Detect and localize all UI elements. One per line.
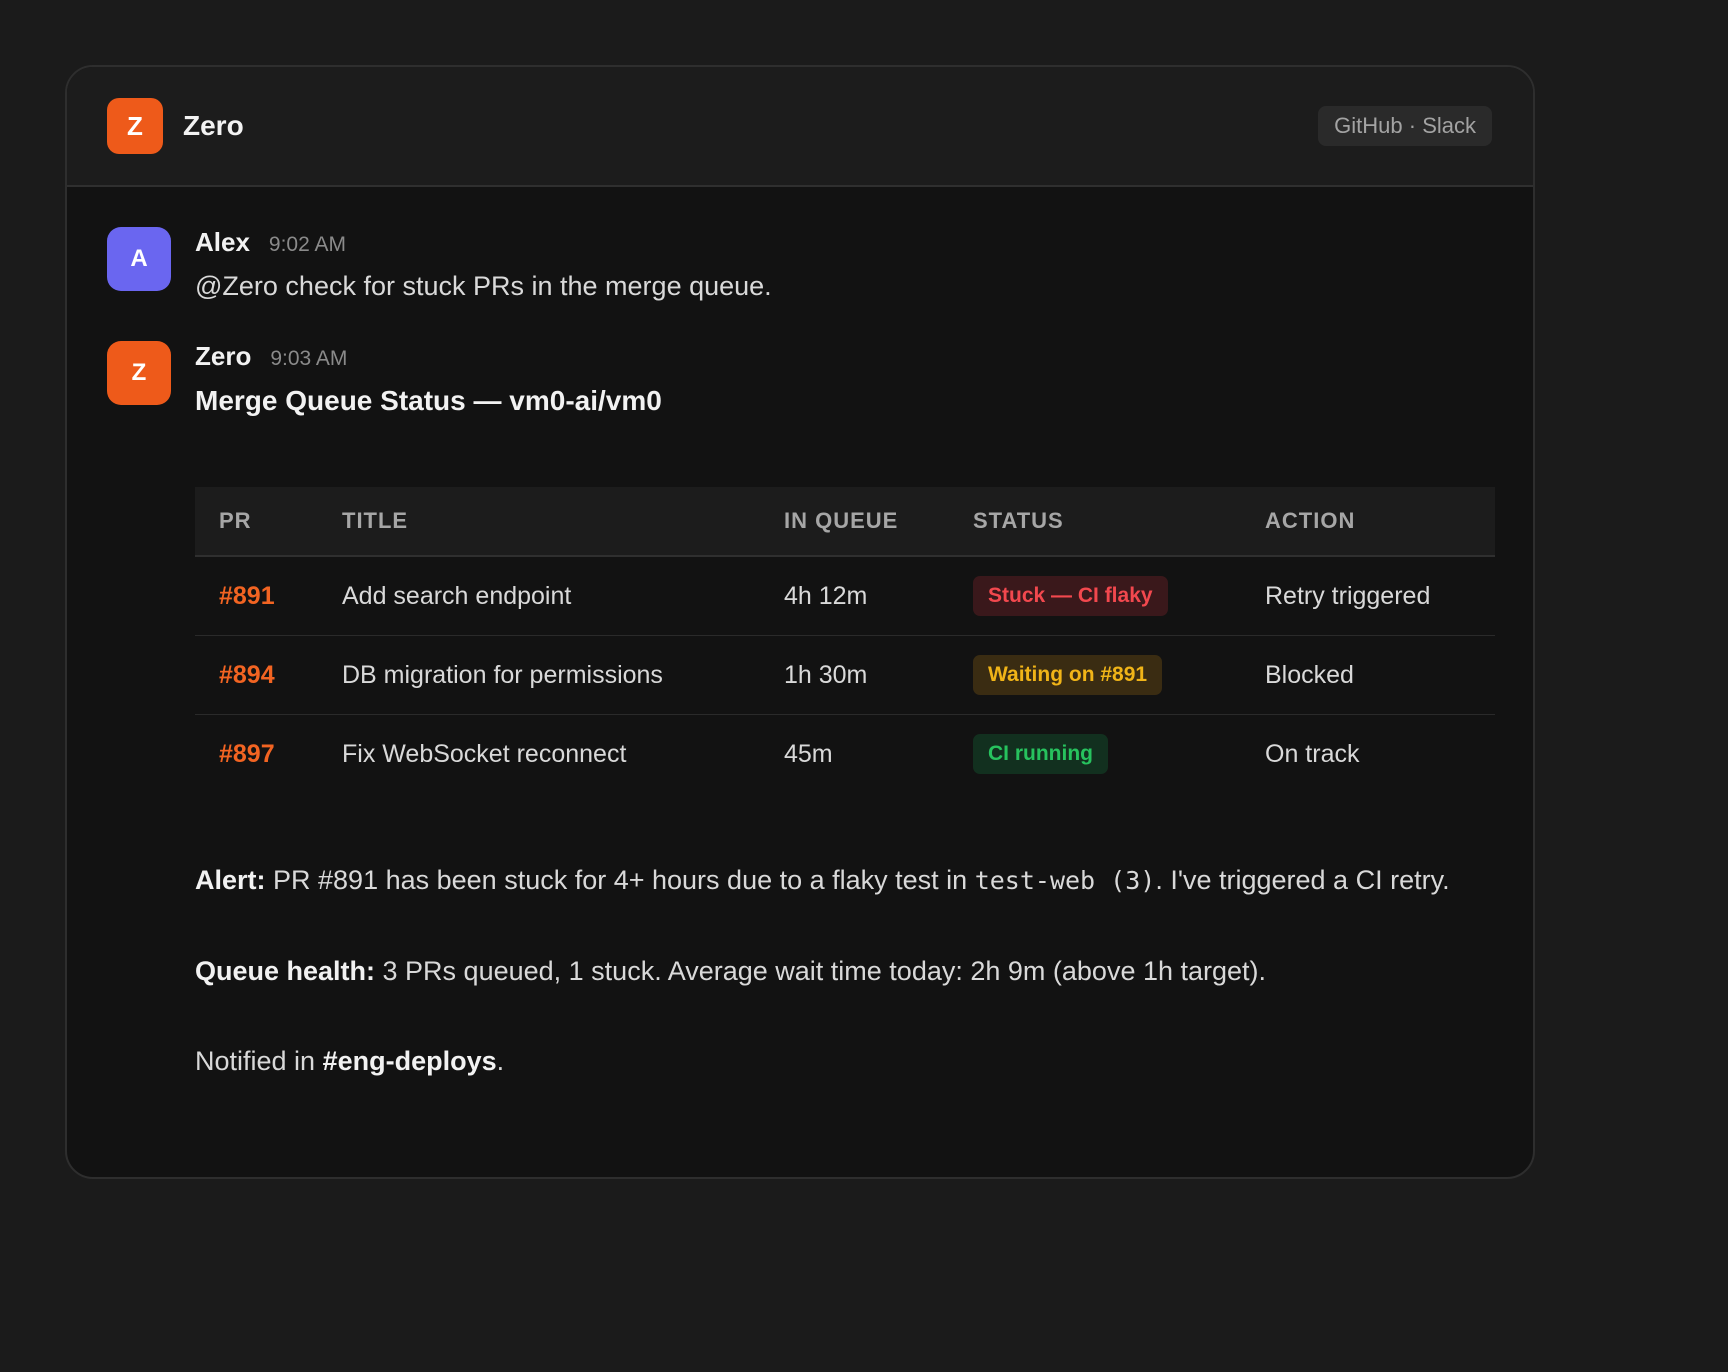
app-name: Zero (183, 110, 244, 141)
pr-link[interactable]: #894 (219, 661, 275, 689)
table-row: #897 Fix WebSocket reconnect 45m CI runn… (195, 715, 1495, 794)
queue-health-paragraph: Queue health: 3 PRs queued, 1 stuck. Ave… (195, 948, 1495, 994)
message-zero: Z Zero 9:03 AM Merge Queue Status — vm0-… (107, 341, 1495, 1084)
chat-card: Z Zero GitHub · Slack A Alex 9:02 AM @Ze… (65, 65, 1535, 1179)
notified-suffix: . (496, 1046, 505, 1076)
timestamp[interactable]: 9:03 AM (270, 347, 347, 371)
message-heading: Merge Queue Status — vm0-ai/vm0 (195, 385, 662, 416)
pr-title: Fix WebSocket reconnect (342, 739, 627, 768)
pr-action: Retry triggered (1241, 556, 1495, 636)
table-row: #894 DB migration for permissions 1h 30m… (195, 635, 1495, 715)
pr-link[interactable]: #897 (219, 740, 275, 768)
message-content: Alex 9:02 AM @Zero check for stuck PRs i… (195, 227, 772, 341)
pr-action: On track (1265, 739, 1360, 768)
message-text: @Zero check for stuck PRs in the merge q… (195, 271, 772, 301)
card-header: Z Zero GitHub · Slack (67, 67, 1533, 187)
table-header-row: PR TITLE IN QUEUE STATUS ACTION (195, 487, 1495, 557)
queue-time: 4h 12m (760, 556, 949, 636)
pr-link[interactable]: #891 (219, 582, 275, 610)
column-header-status: STATUS (949, 487, 1241, 557)
alert-text-end: . I've triggered a CI retry. (1155, 865, 1450, 895)
timestamp[interactable]: 9:02 AM (269, 233, 346, 257)
message-content: Zero 9:03 AM Merge Queue Status — vm0-ai… (195, 341, 1495, 1084)
author-name[interactable]: Zero (195, 341, 251, 372)
channel-link[interactable]: #eng-deploys (323, 1046, 497, 1076)
integrations-badge: GitHub · Slack (1318, 106, 1492, 146)
alert-text: PR #891 has been stuck for 4+ hours due … (265, 865, 975, 895)
message-meta: Zero 9:03 AM (195, 341, 1495, 375)
message-alex: A Alex 9:02 AM @Zero check for stuck PRs… (107, 227, 1493, 341)
column-header-action: ACTION (1241, 487, 1495, 557)
merge-queue-table: PR TITLE IN QUEUE STATUS ACTION #891 Add… (195, 487, 1495, 793)
test-name-code: test-web (3) (974, 866, 1156, 895)
alert-paragraph: Alert: PR #891 has been stuck for 4+ hou… (195, 857, 1495, 904)
author-name[interactable]: Alex (195, 227, 250, 258)
pr-title: DB migration for permissions (318, 635, 760, 715)
queue-time: 1h 30m (760, 635, 949, 715)
notified-paragraph: Notified in #eng-deploys. (195, 1038, 1495, 1084)
queue-time: 45m (784, 739, 833, 768)
pr-title: Add search endpoint (318, 556, 760, 636)
column-header-pr: PR (195, 487, 318, 557)
column-header-title: TITLE (318, 487, 760, 557)
queue-health-text: 3 PRs queued, 1 stuck. Average wait time… (375, 956, 1267, 986)
message-meta: Alex 9:02 AM (195, 227, 772, 261)
queue-health-label: Queue health: (195, 956, 376, 986)
message-thread: A Alex 9:02 AM @Zero check for stuck PRs… (67, 187, 1533, 1084)
status-badge: Waiting on #891 (973, 655, 1163, 695)
status-badge: CI running (973, 734, 1108, 774)
avatar[interactable]: Z (107, 341, 171, 405)
zero-logo: Z (107, 98, 163, 154)
alert-label: Alert: (195, 865, 266, 895)
status-badge: Stuck — CI flaky (973, 576, 1168, 616)
pr-action: Blocked (1241, 635, 1495, 715)
column-header-in-queue: IN QUEUE (760, 487, 949, 557)
notified-prefix: Notified in (195, 1046, 323, 1076)
avatar[interactable]: A (107, 227, 171, 291)
table-row: #891 Add search endpoint 4h 12m Stuck — … (195, 556, 1495, 636)
